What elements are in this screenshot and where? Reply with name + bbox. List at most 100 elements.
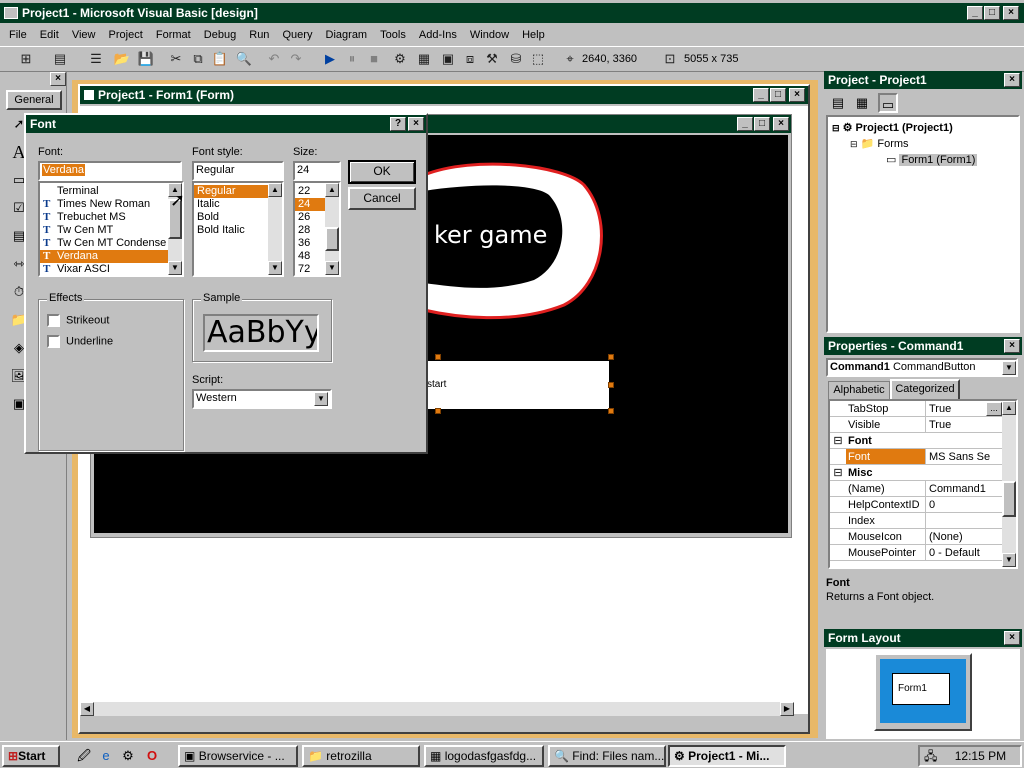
- start-button[interactable]: ⊞Start: [2, 745, 60, 767]
- menu-addins[interactable]: Add-Ins: [414, 25, 462, 45]
- menu-help[interactable]: Help: [517, 25, 550, 45]
- property-value[interactable]: 0 - Default: [926, 545, 1002, 560]
- style-list-item-selected[interactable]: Regular: [194, 185, 268, 198]
- scroll-down-arrow[interactable]: ▼: [1002, 553, 1016, 567]
- toolbox-close-button[interactable]: ×: [50, 72, 66, 86]
- add-project-icon[interactable]: ⊞: [16, 48, 36, 70]
- data-view-icon[interactable]: ⛁: [506, 48, 526, 70]
- property-row[interactable]: HelpContextID 0: [830, 497, 1002, 513]
- underline-option[interactable]: Underline: [47, 335, 113, 348]
- form-layout-icon[interactable]: ▣: [438, 48, 458, 70]
- ok-button[interactable]: OK: [348, 160, 416, 184]
- copy-icon[interactable]: ⧉: [188, 48, 208, 70]
- style-list-item[interactable]: Bold Italic: [194, 224, 268, 237]
- save-icon[interactable]: 💾: [136, 48, 156, 70]
- object-browser-icon[interactable]: ⧈: [460, 48, 480, 70]
- object-select[interactable]: Command1 CommandButton ▼: [826, 358, 1018, 377]
- taskbar-item-logo[interactable]: ▦ logodasfgasfdg...: [424, 745, 544, 767]
- redo-icon[interactable]: ↷: [286, 48, 306, 70]
- break-icon[interactable]: ⏸: [342, 48, 362, 70]
- tab-categorized[interactable]: Categorized: [890, 379, 960, 400]
- menu-tools[interactable]: Tools: [375, 25, 411, 45]
- visual-component-manager-icon[interactable]: ⬚: [528, 48, 548, 70]
- size-list-item[interactable]: 22: [295, 185, 325, 198]
- toolbox-tab-general[interactable]: General: [6, 90, 62, 110]
- property-value[interactable]: 0: [926, 497, 1002, 512]
- font-list-item[interactable]: T Times New Roman: [40, 198, 168, 211]
- font-list-item[interactable]: T Vixar ASCI: [40, 263, 168, 275]
- ellipsis-button[interactable]: ...: [986, 402, 1002, 416]
- style-list-item[interactable]: Italic: [194, 198, 268, 211]
- font-style-input[interactable]: Regular: [192, 161, 284, 181]
- scroll-up-arrow[interactable]: ▲: [268, 183, 282, 197]
- form1-minimize[interactable]: _: [737, 117, 753, 131]
- font-list-item[interactable]: T Tw Cen MT Condense: [40, 237, 168, 250]
- menu-view[interactable]: View: [67, 25, 101, 45]
- resize-handle[interactable]: [435, 408, 441, 414]
- underline-checkbox[interactable]: [47, 335, 60, 348]
- resize-handle[interactable]: [608, 408, 614, 414]
- font-list-item[interactable]: T Trebuchet MS: [40, 211, 168, 224]
- cancel-button[interactable]: Cancel: [348, 187, 416, 210]
- strikeout-option[interactable]: Strikeout: [47, 314, 109, 327]
- end-icon[interactable]: ■: [364, 48, 384, 70]
- property-row[interactable]: (Name) Command1: [830, 481, 1002, 497]
- hscroll-right-arrow[interactable]: ▶: [780, 702, 794, 716]
- start-icon[interactable]: ▶: [320, 48, 340, 70]
- view-object-icon[interactable]: ▦: [852, 93, 872, 113]
- size-input[interactable]: 24: [293, 161, 341, 181]
- form-layout-form[interactable]: Form1: [892, 673, 950, 705]
- tab-alphabetic[interactable]: Alphabetic: [828, 381, 890, 399]
- property-row[interactable]: MousePointer 0 - Default: [830, 545, 1002, 561]
- script-select[interactable]: Western ▼: [192, 389, 332, 409]
- font-name-input[interactable]: Verdana: [38, 161, 182, 181]
- property-row[interactable]: MouseIcon (None): [830, 529, 1002, 545]
- minus-icon[interactable]: ⊟: [850, 139, 858, 149]
- properties-close[interactable]: ×: [1004, 339, 1020, 353]
- properties-scrollbar[interactable]: ▲ ▼: [1002, 401, 1016, 567]
- undo-icon[interactable]: ↶: [264, 48, 284, 70]
- taskbar-item-vb[interactable]: ⚙ Project1 - Mi...: [668, 745, 786, 767]
- menu-query[interactable]: Query: [278, 25, 318, 45]
- scroll-down-arrow[interactable]: ▼: [168, 261, 182, 275]
- property-category[interactable]: ⊟ Font: [830, 433, 1002, 449]
- menu-file[interactable]: File: [4, 25, 32, 45]
- toolbox-icon[interactable]: ⚒: [482, 48, 502, 70]
- scroll-down-arrow[interactable]: ▼: [325, 261, 339, 275]
- collapse-icon[interactable]: ⊟: [830, 433, 846, 448]
- ie-icon[interactable]: e: [96, 746, 116, 766]
- form-layout-close[interactable]: ×: [1004, 631, 1020, 645]
- property-row[interactable]: Visible True: [830, 417, 1002, 433]
- close-button[interactable]: ×: [1003, 6, 1019, 20]
- strikeout-checkbox[interactable]: [47, 314, 60, 327]
- paste-icon[interactable]: 📋: [210, 48, 230, 70]
- tree-root[interactable]: ⊟ ⚙ Project1 (Project1): [832, 121, 953, 134]
- font-list-item-selected[interactable]: T Verdana: [40, 250, 168, 263]
- form-designer-close[interactable]: ×: [789, 88, 805, 102]
- form1-maximize[interactable]: □: [754, 117, 770, 131]
- resize-handle[interactable]: [608, 354, 614, 360]
- property-value[interactable]: Command1: [926, 481, 1002, 496]
- open-icon[interactable]: 📂: [112, 48, 132, 70]
- view-code-icon[interactable]: ▤: [828, 93, 848, 113]
- taskbar-item-browservice[interactable]: ▣ Browservice - ...: [178, 745, 298, 767]
- property-value[interactable]: True: [926, 417, 1002, 432]
- project-panel-close[interactable]: ×: [1004, 73, 1020, 87]
- property-value[interactable]: MS Sans Se: [926, 449, 1002, 464]
- chevron-down-icon[interactable]: ▼: [314, 392, 328, 406]
- size-list-item[interactable]: 72: [295, 263, 325, 275]
- scroll-up-arrow[interactable]: ▲: [325, 183, 339, 197]
- property-category[interactable]: ⊟ Misc: [830, 465, 1002, 481]
- minimize-button[interactable]: _: [967, 6, 983, 20]
- form1-close[interactable]: ×: [773, 117, 789, 131]
- command1-button[interactable]: start: [417, 361, 609, 409]
- scroll-down-arrow[interactable]: ▼: [268, 261, 282, 275]
- tree-form-item[interactable]: ▭ Form1 (Form1): [886, 153, 978, 166]
- menu-debug[interactable]: Debug: [199, 25, 241, 45]
- toggle-folders-icon[interactable]: ▭: [878, 93, 898, 113]
- add-form-icon[interactable]: ▤: [50, 48, 70, 70]
- find-icon[interactable]: 🔍: [234, 48, 254, 70]
- font-list-item[interactable]: Terminal: [40, 185, 168, 198]
- style-list-scrollbar[interactable]: ▲ ▼: [268, 183, 282, 275]
- app-quicklaunch-icon[interactable]: ⚙: [118, 746, 138, 766]
